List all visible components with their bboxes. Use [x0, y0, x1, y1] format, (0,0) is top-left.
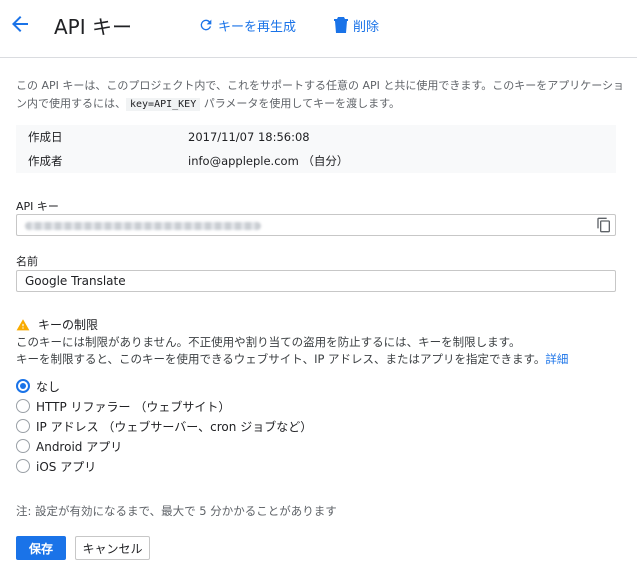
radio-option-android[interactable]: Android アプリ [16, 436, 312, 456]
redacted-key-value [25, 222, 261, 230]
api-key-field[interactable] [16, 214, 616, 236]
meta-key: 作成者 [28, 154, 63, 168]
name-label: 名前 [16, 255, 38, 268]
radio-option-none[interactable]: なし [16, 376, 312, 396]
page-title: API キー [54, 15, 132, 39]
radio-button[interactable] [16, 439, 30, 453]
cancel-button[interactable]: キャンセル [75, 536, 150, 560]
restriction-radio-group: なし HTTP リファラー （ウェブサイト） IP アドレス （ウェブサーバー、… [16, 376, 312, 476]
meta-key: 作成日 [28, 130, 63, 144]
back-button[interactable] [8, 12, 32, 36]
meta-value: info@appleple.com （自分） [188, 154, 349, 168]
radio-label: HTTP リファラー （ウェブサイト） [36, 399, 231, 414]
copy-icon[interactable] [596, 217, 612, 233]
name-input[interactable]: Google Translate [16, 270, 616, 292]
key-restriction-description: このキーには制限がありません。不正使用や割り当ての盗用を防止するには、キーを制限… [16, 334, 628, 368]
radio-button[interactable] [16, 419, 30, 433]
radio-button[interactable] [16, 379, 30, 393]
trash-icon [334, 17, 348, 33]
key-restriction-heading: キーの制限 [16, 316, 98, 333]
radio-option-ip-address[interactable]: IP アドレス （ウェブサーバー、cron ジョブなど） [16, 416, 312, 436]
radio-option-http-referrer[interactable]: HTTP リファラー （ウェブサイト） [16, 396, 312, 416]
radio-label: Android アプリ [36, 439, 123, 454]
radio-label: IP アドレス （ウェブサーバー、cron ジョブなど） [36, 419, 313, 434]
save-button[interactable]: 保存 [16, 536, 66, 560]
radio-label: iOS アプリ [36, 459, 97, 474]
arrow-back-icon [12, 16, 28, 32]
key-param-code: key=API_KEY [126, 98, 201, 111]
regenerate-key-label: キーを再生成 [218, 19, 297, 35]
refresh-icon [200, 19, 212, 31]
radio-label: なし [36, 379, 61, 394]
meta-row-created-date: 作成日 2017/11/07 18:56:08 [16, 125, 616, 149]
delete-button[interactable]: 削除 [334, 15, 379, 35]
restriction-desc-line-1: このキーには制限がありません。不正使用や割り当ての盗用を防止するには、キーを制限… [16, 335, 521, 349]
regenerate-key-button[interactable]: キーを再生成 [198, 15, 296, 35]
api-key-description: この API キーは、このプロジェクト内で、これをサポートする任意の API と… [16, 77, 626, 114]
radio-button[interactable] [16, 459, 30, 473]
delete-label: 削除 [353, 19, 380, 35]
description-text-2: パラメータを使用してキーを渡します。 [200, 97, 400, 110]
meta-row-creator: 作成者 info@appleple.com （自分） [16, 149, 616, 173]
settings-delay-note: 注: 設定が有効になるまで、最大で 5 分かかることがあります [16, 504, 337, 518]
header-bar: API キー キーを再生成 削除 [0, 0, 637, 58]
radio-button[interactable] [16, 399, 30, 413]
restriction-desc-line-2: キーを制限すると、このキーを使用できるウェブサイト、IP アドレス、またはアプリ… [16, 351, 628, 368]
api-key-label: API キー [16, 200, 59, 213]
key-metadata: 作成日 2017/11/07 18:56:08 作成者 info@applepl… [16, 125, 616, 173]
warning-icon [16, 319, 30, 331]
learn-more-link[interactable]: 詳細 [545, 352, 568, 366]
key-restriction-title: キーの制限 [38, 318, 99, 332]
restriction-desc-text: キーを制限すると、このキーを使用できるウェブサイト、IP アドレス、またはアプリ… [16, 352, 546, 366]
radio-option-ios[interactable]: iOS アプリ [16, 456, 312, 476]
meta-value: 2017/11/07 18:56:08 [188, 130, 310, 144]
